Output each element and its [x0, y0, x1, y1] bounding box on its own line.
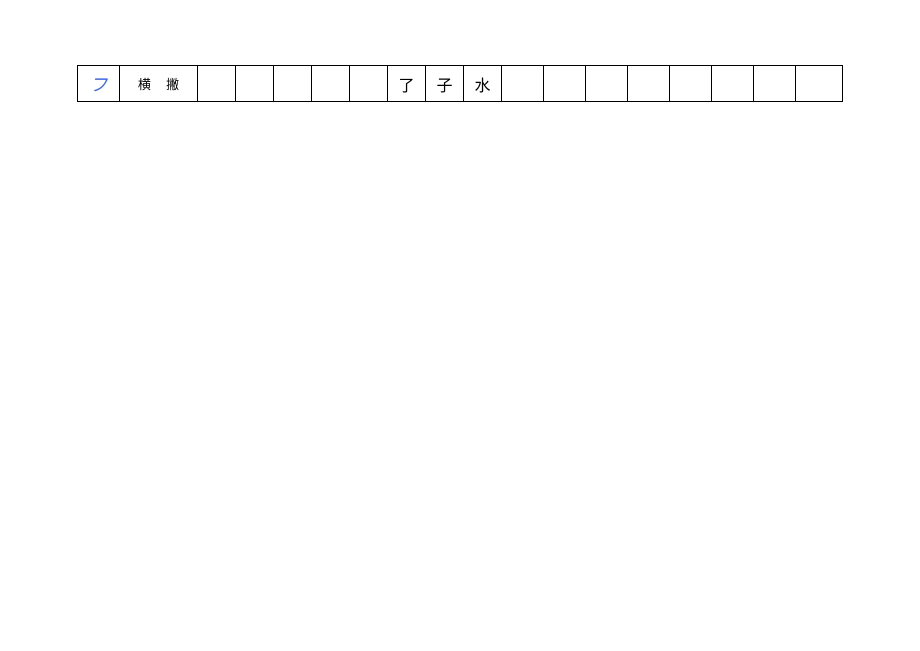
empty-cell: [350, 66, 388, 101]
example-char: 子: [436, 72, 452, 96]
empty-cell: [274, 66, 312, 101]
example-char-cell: 子: [426, 66, 464, 101]
empty-cell: [796, 66, 838, 101]
empty-cell: [502, 66, 544, 101]
example-char-cell: 水: [464, 66, 502, 101]
empty-cell: [544, 66, 586, 101]
empty-cell: [754, 66, 796, 101]
empty-cell: [670, 66, 712, 101]
example-char: 了: [398, 72, 414, 96]
empty-cell: [712, 66, 754, 101]
stroke-symbol-cell: フ: [78, 66, 120, 101]
example-char-cell: 了: [388, 66, 426, 101]
example-char: 水: [474, 72, 490, 96]
stroke-name: 横 撇: [138, 74, 185, 93]
empty-cell: [628, 66, 670, 101]
empty-cell: [236, 66, 274, 101]
stroke-symbol: フ: [90, 71, 108, 97]
stroke-table: フ 横 撇 了 子 水: [77, 65, 843, 102]
empty-cell: [586, 66, 628, 101]
empty-cell: [198, 66, 236, 101]
stroke-name-cell: 横 撇: [120, 66, 198, 101]
empty-cell: [312, 66, 350, 101]
